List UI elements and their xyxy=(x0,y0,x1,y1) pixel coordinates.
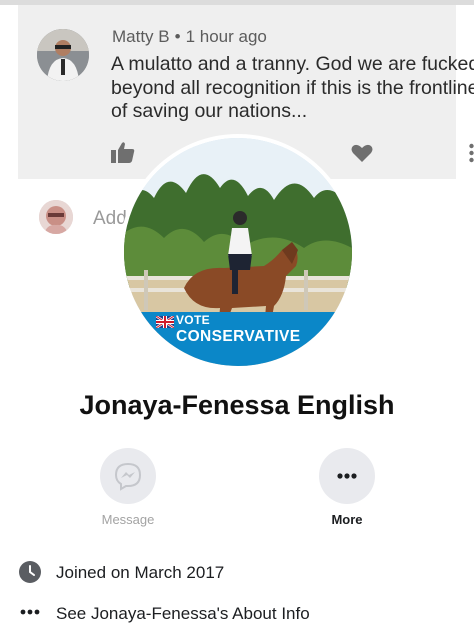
more-dots-icon[interactable] xyxy=(469,143,474,163)
profile-name: Jonaya-Fenessa English xyxy=(79,390,395,420)
about-info-link[interactable]: See Jonaya-Fenessa's About Info xyxy=(56,604,310,624)
joined-date: Joined on March 2017 xyxy=(56,563,225,582)
union-flag-icon xyxy=(156,316,174,328)
more-label[interactable]: More xyxy=(297,512,397,527)
comment-text: A mulatto and a tranny. God we are fucke… xyxy=(111,53,474,122)
current-user-avatar xyxy=(39,200,73,234)
conservative-label: CONSERVATIVE xyxy=(176,328,301,345)
comment-meta: Matty B • 1 hour ago xyxy=(112,27,267,47)
comment-author-avatar[interactable] xyxy=(37,29,89,81)
meta-separator: • xyxy=(174,27,181,46)
comment-author[interactable]: Matty B xyxy=(112,27,170,46)
more-button[interactable] xyxy=(319,448,375,504)
more-horizontal-icon xyxy=(337,473,357,479)
messenger-icon xyxy=(114,462,142,491)
comment-time[interactable]: 1 hour ago xyxy=(186,27,267,46)
vote-label: VOTE xyxy=(176,313,210,327)
clock-icon xyxy=(19,561,41,583)
profile-picture[interactable]: VOTE CONSERVATIVE xyxy=(124,138,352,366)
message-label[interactable]: Message xyxy=(78,512,178,527)
heart-icon[interactable] xyxy=(351,143,373,163)
dots-icon xyxy=(20,609,40,615)
message-button[interactable] xyxy=(100,448,156,504)
like-icon[interactable] xyxy=(111,141,135,163)
